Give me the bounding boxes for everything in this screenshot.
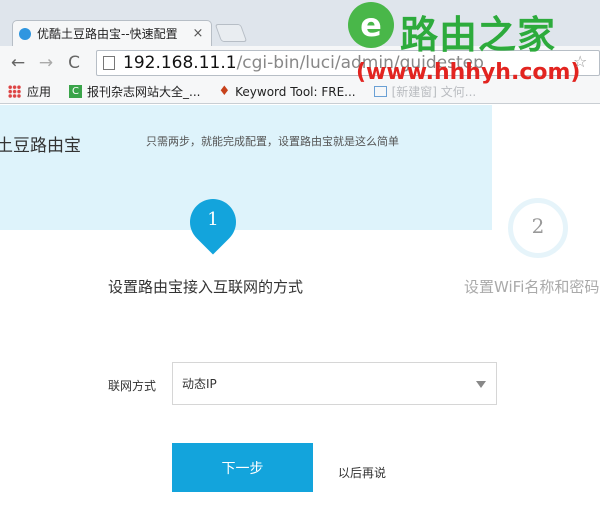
step-2-number: 2 — [531, 214, 545, 238]
skip-later-link[interactable]: 以后再说 — [338, 464, 386, 481]
connection-type-label: 联网方式 — [108, 379, 157, 393]
bookmark-star-icon[interactable]: ☆ — [573, 52, 587, 71]
bookmark-label: 报刊杂志网站大全_... — [87, 85, 201, 99]
step-2-label: 设置WiFi名称和密码 — [464, 278, 600, 296]
apps-grid-icon — [8, 85, 21, 98]
bookmark-apps[interactable]: 应用 — [8, 83, 51, 100]
bookmark-label: 应用 — [27, 85, 52, 99]
reload-button[interactable]: C — [62, 51, 86, 75]
hero-banner — [0, 105, 492, 230]
tab-close-icon[interactable]: × — [191, 26, 205, 41]
step-1-label: 设置路由宝接入互联网的方式 — [108, 278, 304, 296]
brand-title: 土豆路由宝 — [0, 136, 81, 156]
bookmark-new-window[interactable]: [新建窗] 文何... — [373, 83, 477, 100]
bookmark-label: Keyword Tool: FRE... — [235, 84, 356, 99]
green-g-icon: C — [69, 85, 83, 98]
watermark-logo-icon: e — [348, 2, 394, 48]
bookmark-icon — [373, 86, 387, 97]
page-icon — [103, 56, 115, 70]
tagline: 只需两步，就能完成配置，设置路由宝就是这么简单 — [146, 135, 399, 148]
connection-type-select[interactable]: 动态IP — [172, 362, 497, 405]
favicon-icon — [19, 27, 31, 40]
chevron-down-icon — [476, 381, 486, 388]
connection-type-value: 动态IP — [182, 377, 217, 391]
address-host: 192.168.11.1 — [123, 53, 237, 73]
back-button[interactable]: ← — [6, 51, 30, 75]
bookmark-label: [新建窗] 文何... — [391, 85, 477, 99]
browser-tab[interactable]: 优酷土豆路由宝--快速配置 × — [12, 20, 212, 46]
bookmark-magazines[interactable]: C 报刊杂志网站大全_... — [69, 83, 200, 100]
bookmark-keyword-tool[interactable]: ♦ Keyword Tool: FRE... — [218, 84, 355, 99]
new-tab-button[interactable] — [214, 24, 248, 42]
keyword-tool-icon: ♦ — [218, 84, 231, 99]
tab-title: 优酷土豆路由宝--快速配置 — [37, 27, 178, 41]
forward-button[interactable]: → — [34, 51, 58, 75]
watermark-url: (www.hhhyh.com) — [356, 60, 581, 85]
next-step-button[interactable]: 下一步 — [172, 443, 313, 492]
watermark-name: 路由之家 — [400, 13, 557, 57]
step-1-number: 1 — [207, 209, 219, 230]
